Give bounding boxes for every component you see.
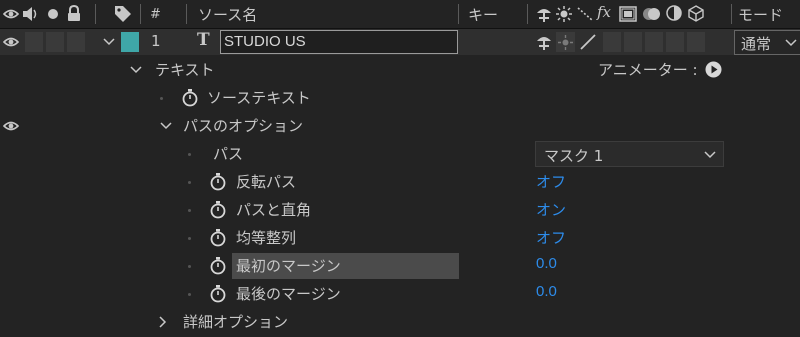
source-text-label: ソーステキスト <box>207 89 311 107</box>
reverse-path-label: 反転パス <box>236 173 297 191</box>
animator-add-play-icon[interactable] <box>705 61 722 78</box>
animator-label: アニメーター : <box>598 61 698 79</box>
stopwatch-icon[interactable] <box>181 89 199 107</box>
layer-3d-switch[interactable] <box>687 32 705 52</box>
stopwatch-icon[interactable] <box>209 257 227 275</box>
layer-frame-blend-switch[interactable] <box>624 32 642 52</box>
path-mask-dropdown[interactable]: マスク 1 <box>535 141 724 167</box>
layer-label-color-swatch[interactable] <box>121 32 139 52</box>
quality-slash-icon[interactable] <box>576 6 594 22</box>
label-tag-icon[interactable] <box>113 4 133 24</box>
stopwatch-icon[interactable] <box>209 173 227 191</box>
eye-icon[interactable] <box>3 7 19 21</box>
effects-fx-icon[interactable]: fx <box>597 3 611 21</box>
text-group-label: テキスト <box>155 61 215 79</box>
layer-name-field[interactable]: STUDIO US <box>220 30 458 54</box>
column-mode-header: モード <box>738 6 784 24</box>
tree-row-perpendicular[interactable]: パスと直角 オン <box>0 196 800 224</box>
frame-blending-icon[interactable] <box>619 6 637 22</box>
layer-visibility-eye-icon[interactable] <box>3 36 19 48</box>
tree-row-source-text[interactable]: ソーステキスト <box>0 84 800 112</box>
path-mask-value: マスク 1 <box>544 147 604 165</box>
tree-row-more-options[interactable]: 詳細オプション <box>0 308 800 336</box>
path-options-label: パスのオプション <box>183 117 304 135</box>
layer-quality-switch-icon[interactable] <box>579 33 597 51</box>
column-source-name-header[interactable]: ソース名 <box>198 4 257 25</box>
layer-shy-switch-icon[interactable] <box>535 33 553 51</box>
first-margin-value[interactable]: 0.0 <box>536 255 557 272</box>
blend-mode-dropdown[interactable]: 通常 <box>734 30 800 55</box>
collapse-sun-icon <box>558 35 573 50</box>
chevron-down-icon[interactable] <box>160 122 172 131</box>
perpendicular-label: パスと直角 <box>236 201 312 219</box>
perpendicular-value[interactable]: オン <box>536 199 566 220</box>
layer-name-text: STUDIO US <box>224 33 306 50</box>
stopwatch-icon[interactable] <box>209 285 227 303</box>
chevron-right-icon[interactable] <box>158 316 167 328</box>
layer-expand-chevron-icon[interactable] <box>103 37 115 47</box>
stopwatch-icon[interactable] <box>209 201 227 219</box>
visibility-eye-icon[interactable] <box>3 120 19 132</box>
collapse-sun-icon[interactable] <box>556 6 572 22</box>
layer-motion-blur-switch[interactable] <box>645 32 663 52</box>
layer-adjustment-switch[interactable] <box>666 32 684 52</box>
layer-number: 1 <box>151 32 161 50</box>
last-margin-label: 最後のマージン <box>236 285 341 303</box>
layer-collapse-switch[interactable] <box>556 32 575 52</box>
speaker-icon[interactable] <box>22 6 40 22</box>
tree-row-path[interactable]: パス マスク 1 <box>0 140 800 168</box>
layer-solo-toggle[interactable] <box>46 32 64 52</box>
lock-icon[interactable] <box>66 5 82 22</box>
motion-blur-icon[interactable] <box>642 5 662 23</box>
last-margin-value[interactable]: 0.0 <box>536 283 557 300</box>
solo-icon[interactable] <box>47 8 59 20</box>
tree-row-path-options[interactable]: パスのオプション <box>0 112 800 140</box>
path-label: パス <box>213 145 244 163</box>
text-layer-type-icon: T <box>197 30 210 50</box>
stopwatch-icon[interactable] <box>209 229 227 247</box>
chevron-down-icon <box>785 39 797 47</box>
force-align-value[interactable]: オフ <box>536 227 566 248</box>
chevron-down-icon <box>704 151 716 159</box>
tree-row-last-margin[interactable]: 最後のマージン 0.0 <box>0 280 800 308</box>
layer-row[interactable]: 1 T STUDIO US 通常 <box>0 29 800 55</box>
shy-icon[interactable] <box>535 5 553 23</box>
3d-cube-icon[interactable] <box>688 5 704 22</box>
force-align-label: 均等整列 <box>236 229 297 247</box>
tree-row-first-margin[interactable]: 最初のマージン 0.0 <box>0 252 800 280</box>
blend-mode-value: 通常 <box>741 35 772 53</box>
tree-row-force-align[interactable]: 均等整列 オフ <box>0 224 800 252</box>
layer-lock-toggle[interactable] <box>67 32 85 52</box>
tree-row-reverse-path[interactable]: 反転パス オフ <box>0 168 800 196</box>
reverse-path-value[interactable]: オフ <box>536 171 566 192</box>
chevron-down-icon[interactable] <box>130 66 142 75</box>
tree-row-text[interactable]: テキスト アニメーター : <box>0 56 800 84</box>
layer-effects-switch[interactable] <box>603 32 621 52</box>
column-keys-header: キー <box>468 6 499 24</box>
column-number-header: # <box>150 7 161 22</box>
column-header-bar: # ソース名 キー fx モード <box>0 0 800 29</box>
adjustment-layer-icon[interactable] <box>666 5 682 21</box>
more-options-label: 詳細オプション <box>183 313 289 331</box>
first-margin-label: 最初のマージン <box>236 257 341 275</box>
layer-audio-toggle[interactable] <box>25 32 43 52</box>
